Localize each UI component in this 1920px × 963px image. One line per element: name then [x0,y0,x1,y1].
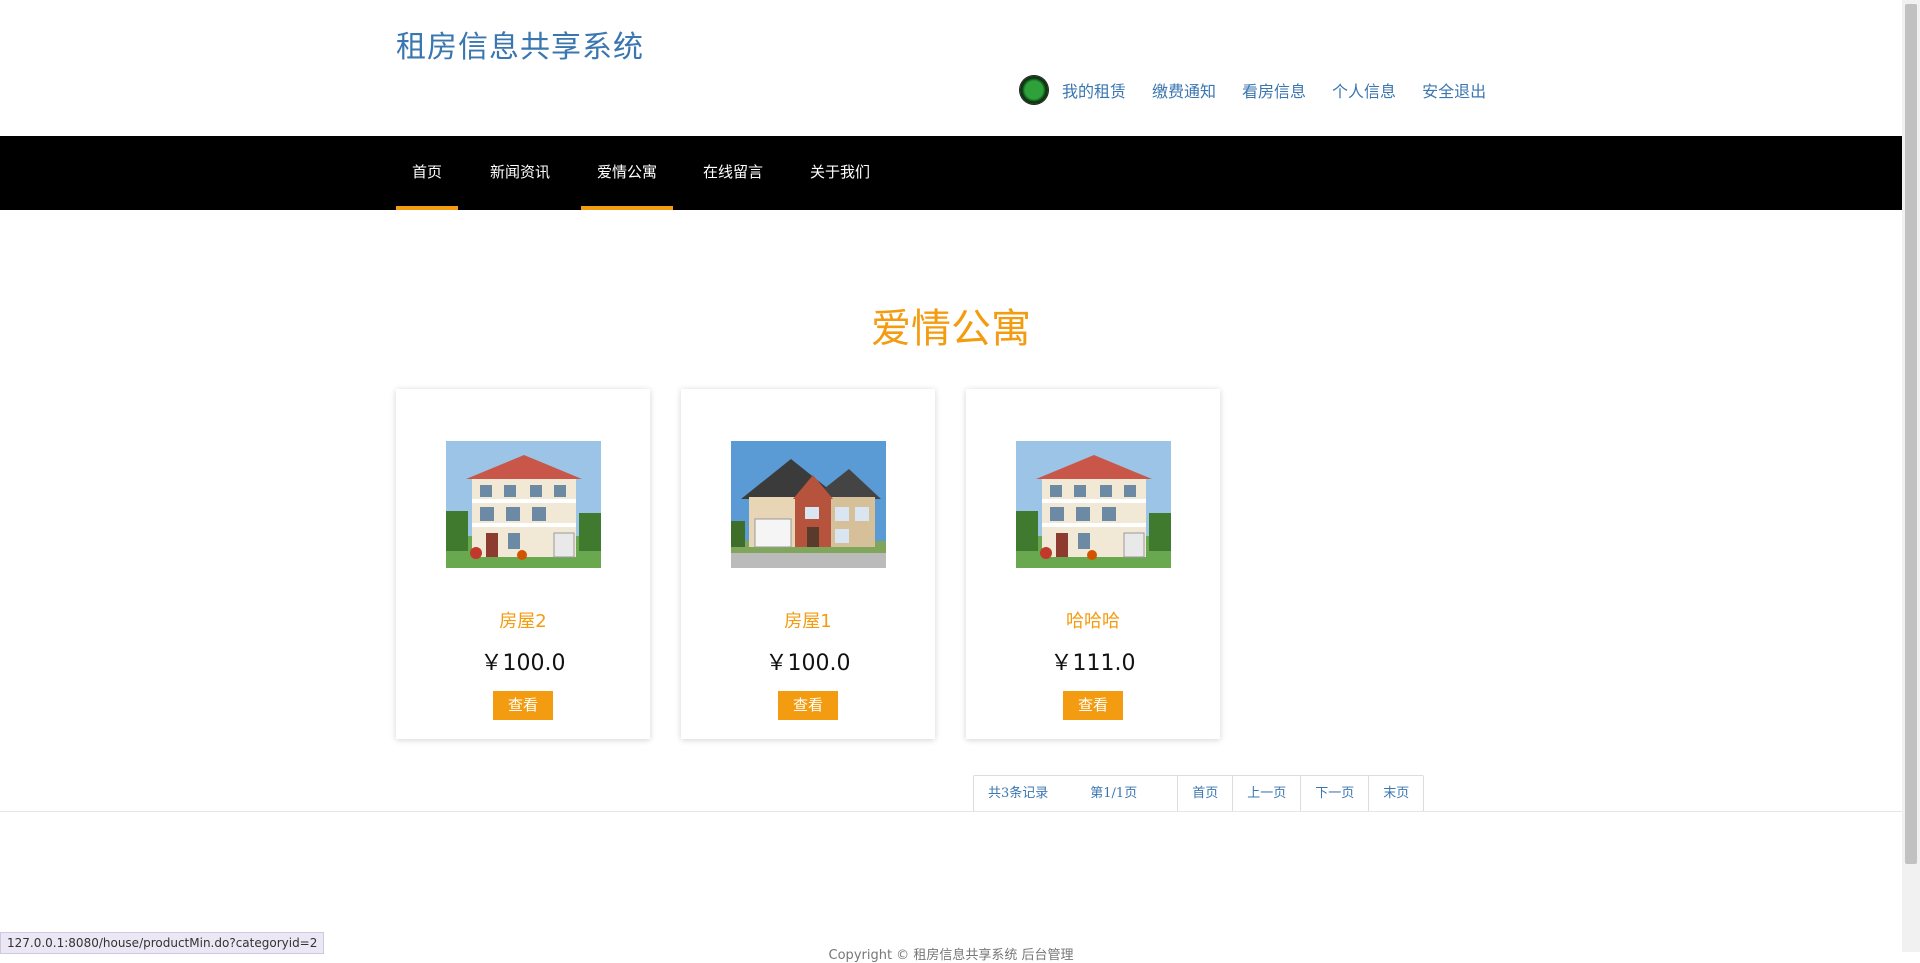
first-page-button[interactable]: 首页 [1177,776,1232,811]
link-viewing-info[interactable]: 看房信息 [1242,78,1306,102]
product-name[interactable]: 房屋1 [681,607,935,633]
record-count: 共3条记录 [988,786,1049,801]
product-price: ￥111.0 [1050,651,1136,676]
house-image[interactable] [731,441,886,568]
link-logout[interactable]: 安全退出 [1422,78,1486,102]
view-button[interactable]: 查看 [1063,691,1123,720]
main-navbar: 首页 新闻资讯 爱情公寓 在线留言 关于我们 [0,136,1902,210]
product-card: 房屋1 ￥100.0 查看 [681,389,935,739]
product-price: ￥100.0 [480,651,566,676]
link-my-rentals[interactable]: 我的租赁 [1062,78,1126,102]
nav-apartment[interactable]: 爱情公寓 [581,136,673,210]
user-avatar-icon[interactable] [1020,76,1048,104]
link-personal-info[interactable]: 个人信息 [1332,78,1396,102]
nav-home[interactable]: 首页 [396,136,458,210]
link-payment-notice[interactable]: 缴费通知 [1152,78,1216,102]
section-title: 爱情公寓 [871,306,1031,352]
user-menu: 我的租赁 缴费通知 看房信息 个人信息 安全退出 [1020,76,1486,104]
nav-message[interactable]: 在线留言 [693,136,773,210]
vertical-scrollbar[interactable] [1902,0,1920,952]
house-image[interactable] [446,441,601,568]
site-title: 租房信息共享系统 [396,30,644,65]
product-card: 哈哈哈 ￥111.0 查看 [966,389,1220,739]
last-page-button[interactable]: 末页 [1368,776,1423,811]
nav-about[interactable]: 关于我们 [800,136,880,210]
pagination-info: 共3条记录 第1/1页 [974,776,1177,811]
status-bar-url: 127.0.0.1:8080/house/productMin.do?categ… [0,932,325,954]
house-image[interactable] [1016,441,1171,568]
view-button[interactable]: 查看 [493,691,553,720]
footer-divider [0,811,1902,812]
product-card: 房屋2 ￥100.0 查看 [396,389,650,739]
prev-page-button[interactable]: 上一页 [1232,776,1300,811]
scrollbar-thumb[interactable] [1905,4,1917,864]
product-name[interactable]: 房屋2 [396,607,650,633]
product-name[interactable]: 哈哈哈 [966,607,1220,633]
view-button[interactable]: 查看 [778,691,838,720]
pagination: 共3条记录 第1/1页 首页 上一页 下一页 末页 [973,775,1425,812]
next-page-button[interactable]: 下一页 [1300,776,1368,811]
nav-news[interactable]: 新闻资讯 [480,136,560,210]
page-indicator: 第1/1页 [1090,786,1138,801]
product-price: ￥100.0 [765,651,851,676]
